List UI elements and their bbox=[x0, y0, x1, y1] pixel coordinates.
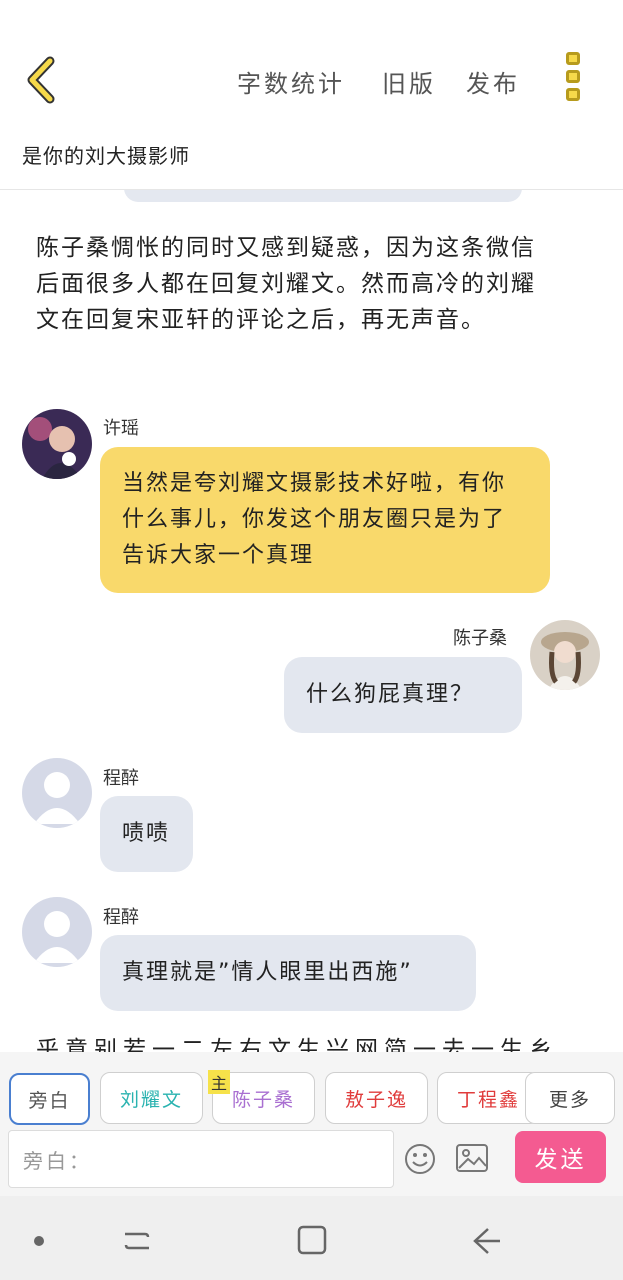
role-label: 刘耀文 bbox=[119, 1088, 183, 1111]
role-label: 敖子逸 bbox=[344, 1088, 408, 1111]
word-count-button[interactable]: 字数统计 bbox=[237, 64, 345, 99]
role-label: 陈子桑 bbox=[231, 1088, 295, 1111]
more-dot-icon bbox=[566, 88, 580, 101]
back-nav-icon[interactable] bbox=[470, 1224, 504, 1258]
more-options-button[interactable] bbox=[563, 52, 583, 104]
emoji-button[interactable] bbox=[403, 1142, 437, 1176]
image-button[interactable] bbox=[455, 1142, 489, 1174]
role-liu-yao-wen[interactable]: 刘耀文 bbox=[100, 1072, 203, 1124]
input-bar: 旁白： 发送 bbox=[0, 1128, 623, 1196]
more-roles-label: 更多 bbox=[548, 1088, 591, 1111]
narration-text: 陈子桑惆怅的同时又感到疑惑，因为这条微信后面很多人都在回复刘耀文。然而高冷的刘耀… bbox=[36, 235, 536, 333]
avatar-cheng-zui[interactable] bbox=[22, 758, 92, 828]
message-bubble[interactable]: 真理就是”情人眼里出西施” bbox=[100, 935, 476, 1011]
default-user-icon bbox=[34, 772, 80, 824]
chat-area[interactable]: 陈子桑惆怅的同时又感到疑惑，因为这条微信后面很多人都在回复刘耀文。然而高冷的刘耀… bbox=[0, 190, 623, 1052]
sender-name: 程醉 bbox=[103, 768, 139, 789]
publish-button[interactable]: 发布 bbox=[466, 64, 520, 99]
default-user-icon bbox=[34, 911, 80, 963]
back-button[interactable] bbox=[22, 55, 62, 105]
dot-icon[interactable] bbox=[32, 1234, 46, 1248]
role-ao-zi-yi[interactable]: 敖子逸 bbox=[325, 1072, 428, 1124]
send-label: 发送 bbox=[534, 1147, 587, 1173]
partial-bubble bbox=[124, 190, 522, 202]
story-title: 是你的刘大摄影师 bbox=[22, 144, 190, 168]
chevron-left-icon bbox=[27, 56, 55, 104]
message-text: 啧啧 bbox=[122, 821, 171, 846]
sender-name: 陈子桑 bbox=[453, 628, 507, 649]
avatar-photo-icon bbox=[530, 620, 600, 690]
narration-text-partial: 乎意别若一二左右文生兴网简一去一生乡 bbox=[36, 1037, 558, 1052]
top-bar: 字数统计 旧版 发布 bbox=[0, 0, 623, 130]
role-selector: 旁白 刘耀文 陈子桑 主 敖子逸 丁程鑫 更多 bbox=[0, 1052, 623, 1128]
smiley-icon bbox=[405, 1144, 435, 1174]
system-nav-bar bbox=[0, 1196, 623, 1280]
host-tag: 主 bbox=[208, 1070, 230, 1094]
input-placeholder: 旁白： bbox=[23, 1148, 92, 1173]
role-label: 旁白 bbox=[28, 1089, 71, 1112]
recent-apps-icon[interactable] bbox=[120, 1224, 154, 1258]
more-dot-icon bbox=[566, 70, 580, 83]
more-dot-icon bbox=[566, 52, 580, 65]
old-version-button[interactable]: 旧版 bbox=[382, 64, 436, 99]
image-icon bbox=[456, 1144, 488, 1172]
message-text: 真理就是”情人眼里出西施” bbox=[122, 960, 413, 985]
sender-name: 程醉 bbox=[103, 907, 139, 928]
message-bubble[interactable]: 当然是夸刘耀文摄影技术好啦，有你什么事儿，你发这个朋友圈只是为了告诉大家一个真理 bbox=[100, 447, 550, 593]
message-text: 什么狗屁真理？ bbox=[306, 682, 475, 707]
more-roles-button[interactable]: 更多 bbox=[525, 1072, 615, 1124]
avatar-cheng-zui[interactable] bbox=[22, 897, 92, 967]
avatar-photo-icon bbox=[22, 409, 92, 479]
avatar-chen-zi-sang[interactable] bbox=[530, 620, 600, 690]
message-text: 当然是夸刘耀文摄影技术好啦，有你什么事儿，你发这个朋友圈只是为了告诉大家一个真理 bbox=[122, 471, 507, 568]
send-button[interactable]: 发送 bbox=[515, 1131, 606, 1183]
avatar-xu-yao[interactable] bbox=[22, 409, 92, 479]
sender-name: 许瑶 bbox=[103, 418, 139, 439]
home-icon[interactable] bbox=[296, 1224, 328, 1256]
message-bubble[interactable]: 什么狗屁真理？ bbox=[284, 657, 522, 733]
role-label: 丁程鑫 bbox=[456, 1088, 520, 1111]
message-bubble[interactable]: 啧啧 bbox=[100, 796, 193, 872]
role-narrator[interactable]: 旁白 bbox=[9, 1073, 90, 1125]
message-input[interactable]: 旁白： bbox=[8, 1130, 394, 1188]
